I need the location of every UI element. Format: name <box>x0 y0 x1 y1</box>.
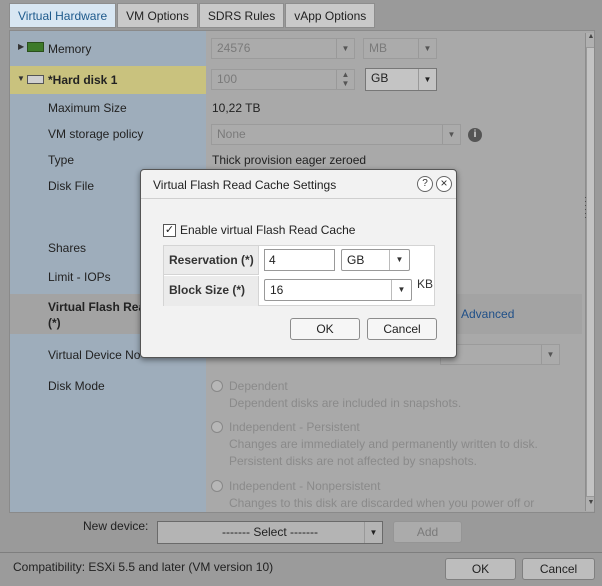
memory-value: 24576 <box>217 41 251 55</box>
max-size-row: Maximum Size 10,22 TB <box>10 101 582 119</box>
disk-file-label: Disk File <box>48 179 95 193</box>
new-device-select[interactable]: ------- Select ------- ▼ <box>157 521 383 544</box>
tab-bar: Virtual Hardware VM Options SDRS Rules v… <box>9 3 376 28</box>
virtual-device-node-label: Virtual Device No <box>48 348 141 362</box>
resize-grip-icon[interactable]: · · · · · · <box>584 193 592 222</box>
radio-independent-persistent[interactable] <box>211 421 223 433</box>
chevron-down-icon: ▼ <box>418 69 436 90</box>
memory-label: Memory <box>48 42 92 56</box>
collapse-icon[interactable]: ▼ <box>17 74 25 83</box>
scroll-up-icon[interactable]: ▲ <box>586 33 594 45</box>
hard-disk-icon <box>27 75 44 84</box>
block-size-unit: KB <box>417 277 434 291</box>
stepper-icon: ▲ ▼ <box>336 70 354 89</box>
ok-button[interactable]: OK <box>445 558 516 580</box>
hard-disk-row: ▼ *Hard disk 1 100 ▲ ▼ GB ▼ <box>10 66 582 94</box>
type-label: Type <box>48 153 75 167</box>
vflash-label: Virtual Flash Rea <box>48 300 146 314</box>
chevron-down-icon: ▼ <box>389 250 409 270</box>
scroll-thumb[interactable] <box>586 47 594 497</box>
hard-disk-size-input[interactable]: 100 ▲ ▼ <box>211 69 355 90</box>
memory-icon <box>27 42 44 52</box>
memory-unit-select[interactable]: MB ▼ <box>363 38 437 59</box>
option-nonpersistent-title: Independent - Nonpersistent <box>229 479 381 493</box>
tab-vm-options[interactable]: VM Options <box>117 3 198 28</box>
virtual-device-node-select[interactable]: ▼ <box>440 344 560 365</box>
reservation-label: Reservation (*) <box>164 246 259 275</box>
hard-disk-unit: GB <box>371 71 389 85</box>
radio-independent-nonpersistent[interactable] <box>211 480 223 492</box>
scroll-down-icon[interactable]: ▼ <box>586 499 594 511</box>
chevron-down-icon: ▼ <box>336 39 354 58</box>
vm-edit-settings-window: Virtual Hardware VM Options SDRS Rules v… <box>0 0 602 586</box>
option-nonpersistent-desc: Changes to this disk are discarded when … <box>229 496 535 510</box>
storage-policy-value: None <box>217 127 246 141</box>
close-icon[interactable]: × <box>436 176 452 192</box>
bottom-bar: Compatibility: ESXi 5.5 and later (VM ve… <box>0 552 602 586</box>
expand-icon[interactable]: ▶ <box>18 42 24 51</box>
info-icon[interactable]: i <box>468 128 482 142</box>
radio-dependent[interactable] <box>211 380 223 392</box>
enable-vflash-checkbox[interactable]: ✓ <box>163 224 176 237</box>
new-device-value: ------- Select ------- <box>222 525 318 539</box>
chevron-down-icon: ▼ <box>418 39 436 58</box>
option-persistent-desc-2: Persistent disks are not affected by sna… <box>229 454 477 468</box>
hard-disk-unit-select[interactable]: GB ▼ <box>365 68 437 91</box>
reservation-input[interactable]: 4 <box>264 249 335 271</box>
disk-mode-label: Disk Mode <box>48 379 105 393</box>
vertical-scrollbar[interactable]: ▲ ▼ <box>585 33 594 511</box>
storage-policy-select[interactable]: None ▼ <box>211 124 461 145</box>
tab-virtual-hardware[interactable]: Virtual Hardware <box>9 3 117 28</box>
dialog-divider <box>141 198 456 199</box>
max-size-value: 10,22 TB <box>212 101 261 115</box>
vflash-label-suffix: (*) <box>48 316 61 330</box>
option-persistent-desc: Changes are immediately and permanently … <box>229 437 538 451</box>
enable-vflash-label: Enable virtual Flash Read Cache <box>180 223 356 237</box>
hard-disk-label: *Hard disk 1 <box>48 73 118 87</box>
block-size-value: 16 <box>270 283 284 297</box>
chevron-down-icon: ▼ <box>364 522 382 543</box>
chevron-down-icon: ▼ <box>391 280 411 300</box>
option-dependent-title: Dependent <box>229 379 288 393</box>
vflash-settings-dialog: Virtual Flash Read Cache Settings ? × ✓ … <box>140 169 457 358</box>
tab-sdrs-rules[interactable]: SDRS Rules <box>198 3 285 28</box>
vflash-settings-table: Reservation (*) 4 GB ▼ Block Size (*) 16… <box>163 245 435 306</box>
block-size-label: Block Size (*) <box>164 276 259 306</box>
new-device-label: New device: <box>83 519 149 533</box>
help-icon[interactable]: ? <box>417 176 433 192</box>
chevron-down-icon: ▼ <box>442 125 460 144</box>
memory-value-input[interactable]: 24576 ▼ <box>211 38 355 59</box>
reservation-unit: GB <box>347 253 365 267</box>
block-size-select[interactable]: 16 ▼ <box>264 279 412 301</box>
cancel-button[interactable]: Cancel <box>522 558 595 580</box>
option-persistent-title: Independent - Persistent <box>229 420 360 434</box>
add-device-button[interactable]: Add <box>393 521 462 543</box>
reservation-unit-select[interactable]: GB ▼ <box>341 249 410 271</box>
storage-policy-label: VM storage policy <box>48 127 144 141</box>
memory-row: ▶ Memory 24576 ▼ MB ▼ <box>10 36 582 62</box>
new-device-row: New device: ------- Select ------- ▼ Add <box>0 517 602 547</box>
dialog-ok-button[interactable]: OK <box>290 318 360 340</box>
memory-unit: MB <box>369 41 387 55</box>
option-dependent-desc: Dependent disks are included in snapshot… <box>229 396 462 410</box>
hard-disk-size: 100 <box>217 72 238 86</box>
dialog-cancel-button[interactable]: Cancel <box>367 318 437 340</box>
compatibility-text: Compatibility: ESXi 5.5 and later (VM ve… <box>13 560 274 574</box>
type-value: Thick provision eager zeroed <box>212 153 367 167</box>
disk-mode-row: Disk Mode Dependent Dependent disks are … <box>10 379 582 512</box>
max-size-label: Maximum Size <box>48 101 127 115</box>
dialog-title: Virtual Flash Read Cache Settings <box>153 178 337 192</box>
limit-iops-label: Limit - IOPs <box>48 270 111 284</box>
storage-policy-row: VM storage policy None ▼ i <box>10 123 582 147</box>
advanced-link[interactable]: Advanced <box>461 307 514 321</box>
tab-vapp-options[interactable]: vApp Options <box>285 3 376 28</box>
shares-label: Shares <box>48 241 87 255</box>
chevron-down-icon: ▼ <box>541 345 559 364</box>
